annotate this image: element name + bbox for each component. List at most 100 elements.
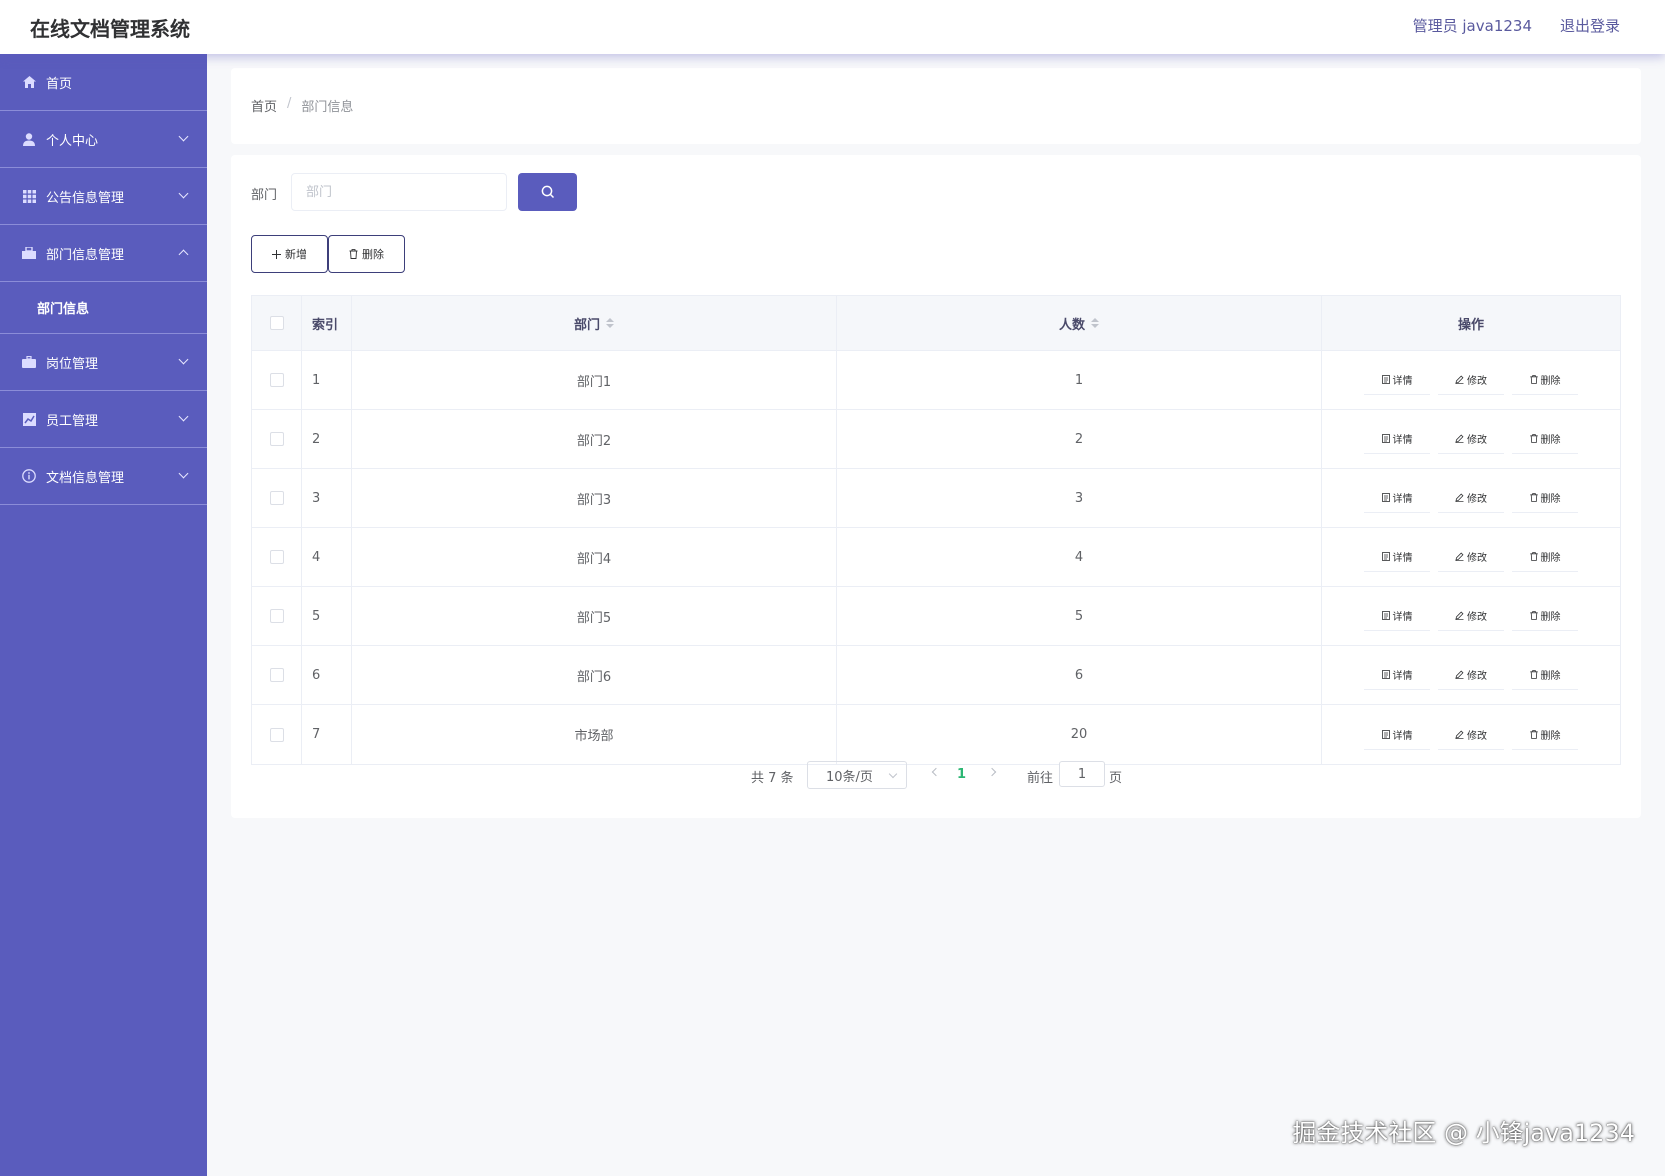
row-department: 部门3 (352, 469, 837, 527)
delete-button-label: 删除 (1540, 671, 1561, 682)
edit-button-label: 修改 (1467, 730, 1487, 742)
trash-icon (349, 249, 358, 259)
row-actions: 详情 修改 删除 (1322, 646, 1620, 704)
sidebar: 首页 个人中心 公告信息管理 部门信息管理 部门信息 岗位管理 员工管理 文档信… (0, 54, 207, 1176)
delete-button[interactable]: 删除 (1512, 483, 1578, 513)
add-button[interactable]: 新增 (251, 235, 328, 273)
row-checkbox[interactable] (269, 491, 284, 505)
sidebar-item-label: 公告信息管理 (46, 190, 125, 206)
table-body: 1 部门1 1 详情 修改 删除 2 部门2 2 详情 修改 删除 3 部门3 3 详情 修改 删除 4 部门4 4 详情… (252, 351, 1620, 764)
edit-icon (1455, 611, 1464, 620)
edit-button-label: 修改 (1467, 435, 1487, 446)
trash-icon (1529, 375, 1538, 384)
add-button-label: 新增 (285, 248, 307, 261)
chart-icon (22, 412, 36, 426)
row-checkbox[interactable] (269, 668, 284, 682)
table-row: 2 部门2 2 详情 修改 删除 (252, 410, 1620, 469)
sidebar-item-employee-management[interactable]: 员工管理 (0, 391, 207, 448)
row-department: 部门1 (352, 351, 837, 409)
row-department: 市场部 (352, 705, 837, 764)
logout-link[interactable]: 退出登录 (1560, 15, 1620, 36)
row-checkbox[interactable] (269, 432, 284, 446)
grid-icon (22, 189, 36, 203)
detail-button[interactable]: 详情 (1364, 719, 1430, 750)
row-actions: 详情 修改 删除 (1322, 587, 1620, 645)
table-row: 3 部门3 3 详情 修改 删除 (252, 469, 1620, 528)
row-actions: 详情 修改 删除 (1322, 705, 1620, 764)
trash-icon (1529, 729, 1538, 739)
chevron-down-icon (178, 131, 189, 142)
sidebar-item-department-management[interactable]: 部门信息管理 (0, 225, 207, 282)
header-checkbox-cell (252, 296, 302, 350)
delete-button[interactable]: 删除 (1512, 424, 1578, 454)
detail-button[interactable]: 详情 (1364, 660, 1430, 690)
goto-page-input[interactable] (1059, 761, 1105, 787)
page-number-current[interactable]: 1 (957, 767, 966, 782)
document-icon (1381, 375, 1390, 384)
sidebar-item-home[interactable]: 首页 (0, 54, 207, 111)
briefcase-icon (22, 246, 36, 260)
row-checkbox[interactable] (269, 609, 284, 623)
delete-button[interactable]: 删除 (1512, 365, 1578, 395)
next-page-button[interactable] (987, 767, 997, 777)
edit-button[interactable]: 修改 (1438, 424, 1504, 454)
breadcrumb-home[interactable]: 首页 (251, 96, 277, 115)
page-size-select[interactable]: 10条/页 (807, 761, 907, 789)
document-icon (1381, 611, 1390, 620)
home-icon (22, 75, 36, 89)
edit-icon (1455, 670, 1464, 679)
sidebar-item-position-management[interactable]: 岗位管理 (0, 334, 207, 391)
sidebar-item-notice-management[interactable]: 公告信息管理 (0, 168, 207, 225)
edit-button[interactable]: 修改 (1438, 365, 1504, 395)
row-index: 7 (302, 705, 352, 764)
sort-icon[interactable] (1091, 318, 1099, 328)
search-icon (541, 185, 554, 199)
department-search-input[interactable] (291, 173, 507, 211)
detail-button[interactable]: 详情 (1364, 424, 1430, 454)
header-count[interactable]: 人数 (837, 296, 1322, 350)
edit-button[interactable]: 修改 (1438, 660, 1504, 690)
sidebar-item-label: 个人中心 (46, 133, 99, 149)
detail-button-label: 详情 (1392, 376, 1413, 387)
row-count: 6 (837, 646, 1322, 704)
detail-button[interactable]: 详情 (1364, 601, 1430, 631)
delete-button[interactable]: 删除 (1512, 601, 1578, 631)
delete-button[interactable]: 删除 (1512, 660, 1578, 690)
select-all-checkbox[interactable] (269, 316, 284, 330)
edit-button[interactable]: 修改 (1438, 542, 1504, 572)
delete-button[interactable]: 删除 (1512, 542, 1578, 572)
edit-button[interactable]: 修改 (1438, 483, 1504, 513)
breadcrumb-separator: / (287, 96, 292, 111)
prev-page-button[interactable] (931, 767, 941, 777)
row-checkbox[interactable] (269, 373, 284, 387)
detail-button[interactable]: 详情 (1364, 542, 1430, 572)
delete-button[interactable]: 删除 (1512, 719, 1578, 750)
pagination-total: 共 7 条 (751, 771, 794, 786)
sort-icon[interactable] (606, 318, 614, 328)
header-department[interactable]: 部门 (352, 296, 837, 350)
sidebar-item-personal-center[interactable]: 个人中心 (0, 111, 207, 168)
batch-delete-button[interactable]: 删除 (328, 235, 405, 273)
row-count: 4 (837, 528, 1322, 586)
edit-button[interactable]: 修改 (1438, 601, 1504, 631)
row-index: 1 (302, 351, 352, 409)
edit-button-label: 修改 (1467, 671, 1487, 682)
row-department: 部门5 (352, 587, 837, 645)
edit-button-label: 修改 (1467, 612, 1487, 623)
detail-button-label: 详情 (1392, 612, 1413, 623)
header-actions: 操作 (1457, 317, 1484, 333)
row-checkbox[interactable] (269, 550, 284, 564)
row-department: 部门2 (352, 410, 837, 468)
edit-button-label: 修改 (1467, 494, 1487, 505)
row-index: 5 (302, 587, 352, 645)
sidebar-item-document-management[interactable]: 文档信息管理 (0, 448, 207, 505)
edit-button[interactable]: 修改 (1438, 719, 1504, 750)
detail-button[interactable]: 详情 (1364, 365, 1430, 395)
sidebar-subitem-department-info[interactable]: 部门信息 (0, 282, 207, 334)
row-checkbox-cell (252, 469, 302, 527)
search-button[interactable] (518, 173, 577, 211)
row-checkbox-cell (252, 351, 302, 409)
row-checkbox[interactable] (269, 727, 284, 742)
detail-button[interactable]: 详情 (1364, 483, 1430, 513)
document-icon (1381, 670, 1390, 679)
